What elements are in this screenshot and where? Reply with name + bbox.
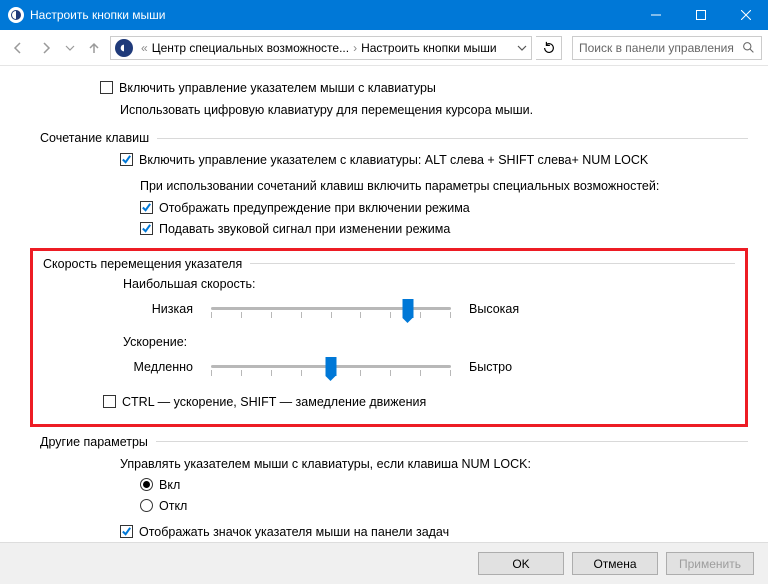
search-icon bbox=[742, 41, 755, 54]
control-panel-icon bbox=[115, 39, 133, 57]
minimize-button[interactable] bbox=[633, 0, 678, 30]
max-speed-label: Наибольшая скорость: bbox=[123, 277, 735, 291]
other-group: Другие параметры Управлять указателем мы… bbox=[40, 435, 748, 542]
hotkey-enable-checkbox[interactable] bbox=[120, 153, 133, 166]
breadcrumb-sep-icon: « bbox=[137, 41, 152, 55]
warning-checkbox[interactable] bbox=[140, 201, 153, 214]
close-button[interactable] bbox=[723, 0, 768, 30]
accel-label: Ускорение: bbox=[123, 335, 735, 349]
numlock-on-label: Вкл bbox=[159, 476, 180, 494]
sound-checkbox[interactable] bbox=[140, 222, 153, 235]
sound-label: Подавать звуковой сигнал при изменении р… bbox=[159, 220, 450, 238]
breadcrumb-item[interactable]: Настроить кнопки мыши bbox=[361, 41, 497, 55]
max-speed-slider[interactable] bbox=[211, 297, 451, 321]
slider-low-label: Низкая bbox=[123, 302, 193, 316]
slider-high-label: Высокая bbox=[469, 302, 539, 316]
ok-button[interactable]: OK bbox=[478, 552, 564, 575]
up-button[interactable] bbox=[82, 36, 106, 60]
search-input[interactable]: Поиск в панели управления bbox=[572, 36, 762, 60]
forward-button[interactable] bbox=[34, 36, 58, 60]
maximize-button[interactable] bbox=[678, 0, 723, 30]
divider bbox=[250, 263, 735, 264]
numlock-off-label: Откл bbox=[159, 497, 187, 515]
divider bbox=[157, 138, 748, 139]
content-pane: Включить управление указателем мыши с кл… bbox=[0, 66, 768, 542]
window-title: Настроить кнопки мыши bbox=[30, 8, 633, 22]
search-placeholder: Поиск в панели управления bbox=[579, 41, 742, 55]
numlock-label: Управлять указателем мыши с клавиатуры, … bbox=[120, 455, 748, 473]
speed-group-highlight: Скорость перемещения указателя Наибольша… bbox=[30, 248, 748, 427]
chevron-right-icon: › bbox=[349, 41, 361, 55]
numlock-off-radio[interactable] bbox=[140, 499, 153, 512]
accel-slider[interactable] bbox=[211, 355, 451, 379]
divider bbox=[156, 441, 748, 442]
breadcrumb-item[interactable]: Центр специальных возможносте... bbox=[152, 41, 349, 55]
address-dropdown[interactable] bbox=[513, 43, 531, 53]
address-bar[interactable]: « Центр специальных возможносте... › Нас… bbox=[110, 36, 532, 60]
slider-fast-label: Быстро bbox=[469, 360, 539, 374]
hotkeys-title: Сочетание клавиш bbox=[40, 131, 149, 145]
nav-bar: « Центр специальных возможносте... › Нас… bbox=[0, 30, 768, 66]
warning-label: Отображать предупреждение при включении … bbox=[159, 199, 470, 217]
refresh-button[interactable] bbox=[536, 36, 562, 60]
window-controls bbox=[633, 0, 768, 30]
title-bar: Настроить кнопки мыши bbox=[0, 0, 768, 30]
other-title: Другие параметры bbox=[40, 435, 148, 449]
mouse-keys-description: Использовать цифровую клавиатуру для пер… bbox=[120, 101, 748, 119]
enable-mouse-keys-label: Включить управление указателем мыши с кл… bbox=[119, 79, 436, 97]
footer-bar: OK Отмена Применить bbox=[0, 542, 768, 584]
speed-title: Скорость перемещения указателя bbox=[43, 257, 242, 271]
back-button[interactable] bbox=[6, 36, 30, 60]
hotkeys-group: Сочетание клавиш Включить управление ука… bbox=[40, 131, 748, 238]
app-icon bbox=[8, 7, 24, 23]
tray-icon-checkbox[interactable] bbox=[120, 525, 133, 538]
ctrl-shift-checkbox[interactable] bbox=[103, 395, 116, 408]
tray-icon-label: Отображать значок указателя мыши на пане… bbox=[139, 523, 449, 541]
recent-dropdown[interactable] bbox=[62, 36, 78, 60]
hotkey-subdesc: При использовании сочетаний клавиш включ… bbox=[140, 177, 748, 195]
ctrl-shift-label: CTRL — ускорение, SHIFT — замедление дви… bbox=[122, 393, 426, 411]
numlock-on-radio[interactable] bbox=[140, 478, 153, 491]
cancel-button[interactable]: Отмена bbox=[572, 552, 658, 575]
hotkey-enable-label: Включить управление указателем с клавиат… bbox=[139, 151, 648, 169]
slider-slow-label: Медленно bbox=[123, 360, 193, 374]
apply-button[interactable]: Применить bbox=[666, 552, 754, 575]
enable-mouse-keys-checkbox[interactable] bbox=[100, 81, 113, 94]
